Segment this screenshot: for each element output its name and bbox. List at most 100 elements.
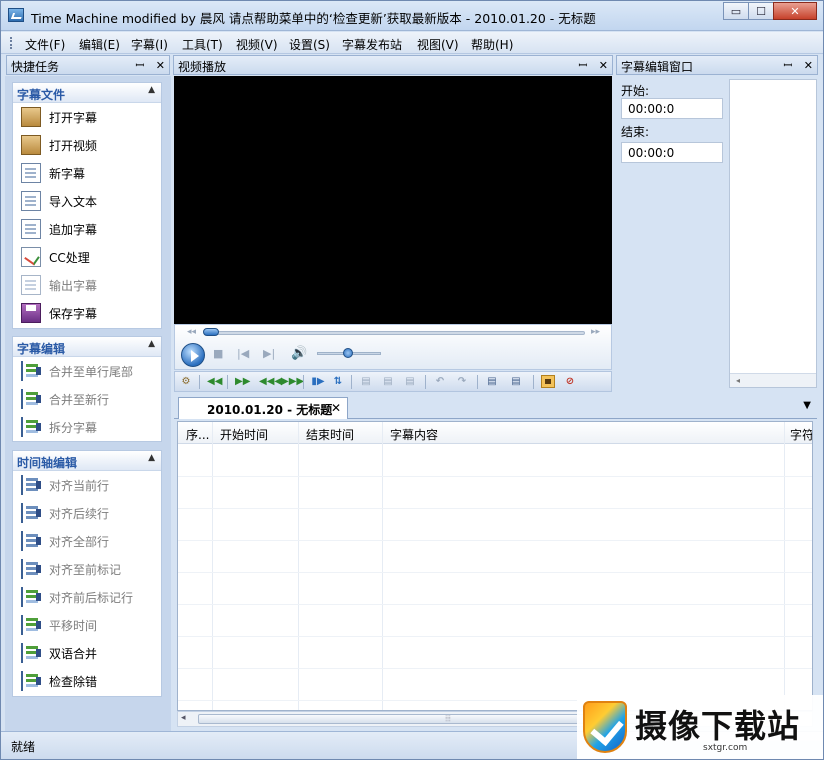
menu-grip-icon[interactable] xyxy=(10,37,13,49)
start-time-input[interactable]: 00:00:0 xyxy=(621,98,723,119)
task-split-subtitle[interactable]: 拆分字幕 xyxy=(13,413,161,441)
collapse-chevron-icon[interactable]: ▲ xyxy=(148,453,155,463)
volume-thumb[interactable] xyxy=(343,348,353,358)
task-shift-time[interactable]: 平移时间 xyxy=(13,611,161,639)
task-merge-new-line[interactable]: 合并至新行 xyxy=(13,385,161,413)
task-align-prev-mark[interactable]: 对齐至前标记 xyxy=(13,555,161,583)
quick-tasks-title: 快捷任务 xyxy=(11,60,60,74)
minimize-button[interactable]: ▭ xyxy=(723,2,749,20)
close-button[interactable]: ✕ xyxy=(773,2,817,20)
task-open-subtitle[interactable]: 打开字幕 xyxy=(13,103,161,131)
task-new-subtitle[interactable]: 新字幕 xyxy=(13,159,161,187)
task-merge-line-end[interactable]: 合并至单行尾部 xyxy=(13,357,161,385)
no-sync-icon[interactable]: ⊘ xyxy=(563,375,577,388)
app-window: Time Machine modified by 晨风 请点帮助菜单中的‘检查更… xyxy=(0,0,824,760)
seek-forward-icon[interactable]: ▸▸ xyxy=(591,327,600,337)
mark-start-icon[interactable]: ▤ xyxy=(359,375,373,388)
menu-file[interactable]: 文件(F) xyxy=(25,36,65,53)
menu-subtitle-site[interactable]: 字幕发布站 xyxy=(342,36,402,53)
volume-icon[interactable]: 🔊 xyxy=(291,346,307,361)
snapshot-icon[interactable] xyxy=(541,375,555,388)
bilingual-merge-icon xyxy=(21,643,41,663)
fast-rewind-icon[interactable]: ◀◀◀ xyxy=(259,375,282,388)
column-content[interactable]: 字幕内容 xyxy=(390,426,438,443)
column-start-time[interactable]: 开始时间 xyxy=(220,426,268,443)
pin-icon[interactable]: ꟷ xyxy=(578,59,587,72)
group-header[interactable]: 时间轴编辑 ▲ xyxy=(13,451,161,471)
task-open-video[interactable]: 打开视频 xyxy=(13,131,161,159)
task-align-current[interactable]: 对齐当前行 xyxy=(13,471,161,499)
column-end-time[interactable]: 结束时间 xyxy=(306,426,354,443)
seek-bar[interactable] xyxy=(205,331,585,335)
menu-settings[interactable]: 设置(S) xyxy=(289,36,330,53)
insert-line-icon[interactable]: ▤ xyxy=(485,375,499,388)
rewind-icon[interactable]: ◀◀ xyxy=(207,375,222,388)
menu-edit[interactable]: 编辑(E) xyxy=(79,36,120,53)
task-align-all[interactable]: 对齐全部行 xyxy=(13,527,161,555)
task-export-subtitle[interactable]: 输出字幕 xyxy=(13,271,161,299)
close-icon[interactable]: ✕ xyxy=(599,59,608,72)
pin-icon[interactable]: ꟷ xyxy=(783,59,792,72)
table-header: 序... 开始时间 结束时间 字幕内容 字符 xyxy=(178,422,812,444)
menu-help[interactable]: 帮助(H) xyxy=(471,36,513,53)
watermark-text: 摄像下载站 xyxy=(635,707,801,745)
play-segment-icon[interactable]: ▮▶ xyxy=(311,375,325,388)
task-save-subtitle[interactable]: 保存字幕 xyxy=(13,299,161,327)
close-tab-icon[interactable]: ✕ xyxy=(331,401,341,415)
previous-icon[interactable]: |◀ xyxy=(237,347,249,360)
subtitle-text-area[interactable]: ◂ xyxy=(729,79,817,388)
collapse-chevron-icon[interactable]: ▲ xyxy=(148,85,155,95)
delete-line-icon[interactable]: ▤ xyxy=(509,375,523,388)
task-append-subtitle[interactable]: 追加字幕 xyxy=(13,215,161,243)
end-time-input[interactable]: 00:00:0 xyxy=(621,142,723,163)
stop-icon[interactable]: ■ xyxy=(213,347,223,360)
site-watermark: 摄像下载站 sxtgr.com xyxy=(577,695,823,759)
seek-back-icon[interactable]: ◂◂ xyxy=(187,327,196,337)
menu-bar: 文件(F) 编辑(E) 字幕(I) 工具(T) 视频(V) 设置(S) 字幕发布… xyxy=(1,32,823,54)
column-chars[interactable]: 字符 xyxy=(790,426,812,443)
text-area-scrollbar[interactable]: ◂ xyxy=(730,373,816,387)
redo-icon[interactable]: ↷ xyxy=(455,375,469,388)
mark-end-icon[interactable]: ▤ xyxy=(381,375,395,388)
close-icon[interactable]: ✕ xyxy=(804,59,813,72)
menu-view[interactable]: 视图(V) xyxy=(417,36,459,53)
scroll-left-icon[interactable]: ◂ xyxy=(181,713,186,723)
seek-thumb[interactable] xyxy=(203,328,219,336)
tab-list-dropdown-icon[interactable]: ▼ xyxy=(803,400,811,411)
settings-gear-icon[interactable]: ⚙ xyxy=(179,375,193,388)
menu-tools[interactable]: 工具(T) xyxy=(182,36,223,53)
subtitle-toolbar: ⚙ ◀◀ ▶▶ ◀◀◀ ▶▶▶ ▮▶ ⇅ ▤ ▤ ▤ ↶ ↷ ▤ ▤ ⊘ xyxy=(174,371,612,392)
task-cc-process[interactable]: CC处理 xyxy=(13,243,161,271)
play-button[interactable] xyxy=(181,343,205,367)
app-logo-icon xyxy=(8,8,24,22)
document-tab-label: 2010.01.20 - 无标题 xyxy=(207,403,333,417)
video-display[interactable] xyxy=(174,76,612,324)
task-align-following[interactable]: 对齐后续行 xyxy=(13,499,161,527)
mark-both-icon[interactable]: ▤ xyxy=(403,375,417,388)
title-bar[interactable]: Time Machine modified by 晨风 请点帮助菜单中的‘检查更… xyxy=(1,1,823,31)
document-tab[interactable]: 2010.01.20 - 无标题 ✕ xyxy=(178,397,348,419)
open-video-icon xyxy=(21,135,41,155)
fast-forward-icon[interactable]: ▶▶▶ xyxy=(281,375,304,388)
maximize-button[interactable]: ☐ xyxy=(748,2,774,20)
group-header[interactable]: 字幕文件 ▲ xyxy=(13,83,161,103)
window-controls: ▭ ☐ ✕ xyxy=(723,2,817,20)
subtitle-table[interactable]: 序... 开始时间 结束时间 字幕内容 字符 xyxy=(177,421,813,711)
column-index[interactable]: 序... xyxy=(186,426,209,443)
next-icon[interactable]: ▶| xyxy=(263,347,275,360)
task-align-marks[interactable]: 对齐前后标记行 xyxy=(13,583,161,611)
group-header[interactable]: 字幕编辑 ▲ xyxy=(13,337,161,357)
task-bilingual-merge[interactable]: 双语合并 xyxy=(13,639,161,667)
watermark-shield-logo xyxy=(583,701,627,753)
forward-icon[interactable]: ▶▶ xyxy=(235,375,250,388)
task-import-text[interactable]: 导入文本 xyxy=(13,187,161,215)
menu-subtitle[interactable]: 字幕(I) xyxy=(131,36,168,53)
collapse-chevron-icon[interactable]: ▲ xyxy=(148,339,155,349)
close-icon[interactable]: ✕ xyxy=(156,59,165,72)
sort-icon[interactable]: ⇅ xyxy=(331,375,345,388)
pin-icon[interactable]: ꟷ xyxy=(135,59,144,72)
task-check-errors[interactable]: 检查除错 xyxy=(13,667,161,695)
undo-icon[interactable]: ↶ xyxy=(433,375,447,388)
menu-video[interactable]: 视频(V) xyxy=(236,36,278,53)
toolbar-separator xyxy=(303,375,304,389)
